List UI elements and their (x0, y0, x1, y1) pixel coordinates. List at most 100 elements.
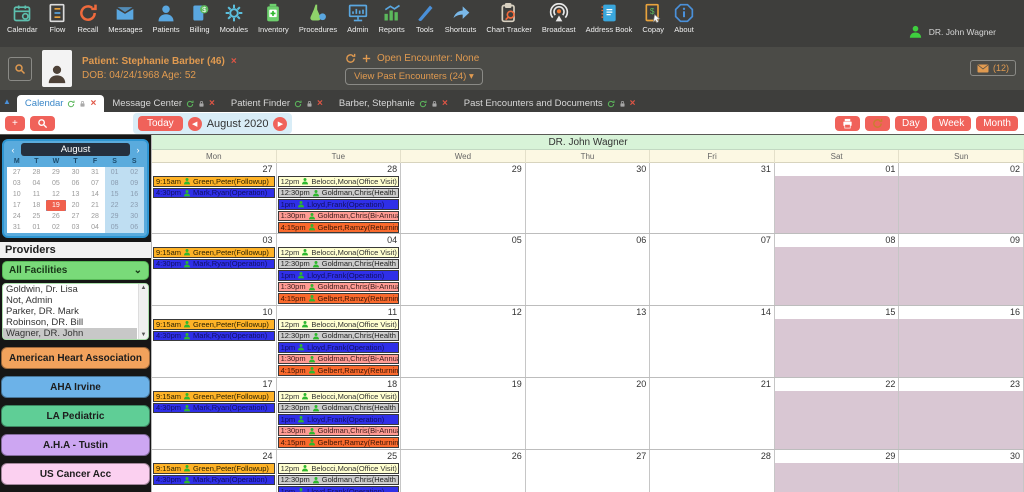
facility-button-la-pediatric[interactable]: LA Pediatric (1, 405, 150, 427)
mini-calendar-day[interactable]: 03 (66, 222, 86, 233)
mini-calendar-day[interactable]: 06 (124, 222, 144, 233)
calendar-day-cell[interactable]: 09 (899, 234, 1024, 305)
mini-calendar-day[interactable]: 04 (85, 222, 105, 233)
toolbar-item-chart-tracker[interactable]: Chart Tracker (481, 3, 536, 34)
toolbar-item-copay[interactable]: $Copay (637, 3, 669, 34)
tab-barber-stephanie[interactable]: Barber, Stephanie× (331, 95, 456, 112)
facility-button-us-cancer-acc[interactable]: US Cancer Acc (1, 463, 150, 485)
calendar-day-cell[interactable]: 23 (899, 378, 1024, 449)
calendar-day-cell[interactable]: 0412pmBelocci,Mona(Office Visit)12:30pmG… (277, 234, 402, 305)
mini-calendar-day[interactable]: 27 (66, 211, 86, 222)
toolbar-item-procedures[interactable]: Procedures (294, 3, 342, 34)
facility-button-a-h-a-tustin[interactable]: A.H.A - Tustin (1, 434, 150, 456)
mini-calendar-day[interactable]: 27 (7, 167, 27, 178)
calendar-day-cell[interactable]: 19 (401, 378, 526, 449)
day-view-button[interactable]: Day (895, 116, 927, 131)
mini-cal-next-icon[interactable]: › (132, 145, 144, 155)
calendar-event[interactable]: 4:30pmMark,Ryan(Operation) (153, 403, 275, 414)
mini-calendar-day[interactable]: 13 (66, 189, 86, 200)
mini-calendar-day[interactable]: 04 (27, 178, 47, 189)
month-view-button[interactable]: Month (976, 116, 1018, 131)
calendar-day-cell[interactable]: 13 (526, 306, 651, 377)
calendar-day-cell[interactable]: 20 (526, 378, 651, 449)
calendar-day-cell[interactable]: 22 (775, 378, 900, 449)
calendar-event[interactable]: 4:15pmGelbert,Ramzy(Returning Patient) (278, 365, 400, 376)
mini-calendar-day[interactable]: 08 (105, 178, 125, 189)
mini-calendar-day[interactable]: 05 (46, 178, 66, 189)
calendar-day-cell[interactable]: 26 (401, 450, 526, 492)
calendar-day-cell[interactable]: 30 (899, 450, 1024, 492)
calendar-event[interactable]: 9:15amGreen,Peter(Followup) (153, 176, 275, 187)
mini-calendar-day[interactable]: 22 (105, 200, 125, 211)
toolbar-item-address-book[interactable]: Address Book (581, 3, 638, 34)
calendar-day-cell[interactable]: 2812pmBelocci,Mona(Office Visit)12:30pmG… (277, 163, 402, 233)
mini-calendar-day[interactable]: 17 (7, 200, 27, 211)
calendar-event[interactable]: 1pmLloyd,Frank(Operation) (278, 270, 400, 281)
tab-scroll-icon[interactable]: ▲ (3, 97, 11, 106)
toolbar-item-flow[interactable]: Flow (42, 3, 72, 34)
calendar-event[interactable]: 4:15pmGelbert,Ramzy(Returning Patient) (278, 437, 400, 448)
calendar-event[interactable]: 12pmBelocci,Mona(Office Visit) (278, 319, 400, 330)
mini-calendar-day[interactable]: 02 (124, 167, 144, 178)
calendar-day-cell[interactable]: 1112pmBelocci,Mona(Office Visit)12:30pmG… (277, 306, 402, 377)
mini-calendar-day[interactable]: 30 (124, 211, 144, 222)
scroll-up-icon[interactable]: ▲ (141, 285, 147, 291)
calendar-event[interactable]: 1pmLloyd,Frank(Operation) (278, 414, 400, 425)
toolbar-item-calendar[interactable]: Calendar (2, 3, 42, 34)
tab-message-center[interactable]: Message Center× (104, 95, 223, 112)
calendar-event[interactable]: 9:15amGreen,Peter(Followup) (153, 391, 275, 402)
mini-calendar-day[interactable]: 29 (105, 211, 125, 222)
calendar-event[interactable]: 9:15amGreen,Peter(Followup) (153, 463, 275, 474)
calendar-event[interactable]: 12:30pmGoldman,Chris(Health and Behavior… (278, 475, 400, 486)
mini-calendar-day[interactable]: 30 (66, 167, 86, 178)
calendar-day-cell[interactable]: 27 (526, 450, 651, 492)
calendar-day-cell[interactable]: 30 (526, 163, 651, 233)
calendar-day-cell[interactable]: 179:15amGreen,Peter(Followup)4:30pmMark,… (152, 378, 277, 449)
print-button[interactable] (835, 116, 860, 131)
view-past-encounters-button[interactable]: View Past Encounters (24) ▾ (345, 68, 483, 85)
mini-calendar-day[interactable]: 18 (27, 200, 47, 211)
clear-patient-icon[interactable]: × (231, 56, 237, 67)
toolbar-item-modules[interactable]: Modules (215, 3, 253, 34)
calendar-event[interactable]: 1:30pmGoldman,Chris(Bi-Annual Check) (278, 354, 400, 365)
toolbar-item-recall[interactable]: Recall (72, 3, 103, 34)
toolbar-item-about[interactable]: About (669, 3, 699, 34)
week-view-button[interactable]: Week (932, 116, 971, 131)
toolbar-item-billing[interactable]: $Billing (185, 3, 215, 34)
toolbar-item-broadcast[interactable]: Broadcast (537, 3, 581, 34)
calendar-event[interactable]: 1:30pmGoldman,Chris(Bi-Annual Check) (278, 211, 400, 222)
calendar-event[interactable]: 1pmLloyd,Frank(Operation) (278, 199, 400, 210)
provider-list-scrollbar[interactable]: ▲▼ (138, 284, 148, 339)
tab-past-encounters-and-documents[interactable]: Past Encounters and Documents× (456, 95, 644, 112)
mini-calendar-day[interactable]: 11 (27, 189, 47, 200)
calendar-day-cell[interactable]: 08 (775, 234, 900, 305)
mini-calendar-day[interactable]: 28 (85, 211, 105, 222)
provider-list-item[interactable]: Wagner, DR. John (3, 328, 137, 339)
mini-calendar-day[interactable]: 09 (124, 178, 144, 189)
calendar-event[interactable]: 12:30pmGoldman,Chris(Health and Behavior… (278, 403, 400, 414)
refresh-calendar-button[interactable] (865, 116, 890, 131)
facility-button-american-heart-association[interactable]: American Heart Association (1, 347, 150, 369)
tab-close-icon[interactable]: × (442, 100, 448, 108)
calendar-day-cell[interactable]: 07 (650, 234, 775, 305)
mini-calendar-day[interactable]: 02 (46, 222, 66, 233)
add-encounter-icon[interactable] (361, 53, 372, 64)
calendar-day-cell[interactable]: 29 (401, 163, 526, 233)
facility-button-aha-irvine[interactable]: AHA Irvine (1, 376, 150, 398)
mini-calendar-day[interactable]: 31 (85, 167, 105, 178)
calendar-day-cell[interactable]: 1812pmBelocci,Mona(Office Visit)12:30pmG… (277, 378, 402, 449)
calendar-day-cell[interactable]: 02 (899, 163, 1024, 233)
scroll-down-icon[interactable]: ▼ (141, 332, 147, 338)
calendar-event[interactable]: 4:15pmGelbert,Ramzy(Returning Patient) (278, 222, 400, 233)
mini-calendar-day[interactable]: 29 (46, 167, 66, 178)
calendar-event[interactable]: 1:30pmGoldman,Chris(Bi-Annual Check) (278, 282, 400, 293)
calendar-event[interactable]: 4:15pmGelbert,Ramzy(Returning Patient) (278, 293, 400, 304)
calendar-event[interactable]: 4:30pmMark,Ryan(Operation) (153, 475, 275, 486)
mini-calendar-day[interactable]: 23 (124, 200, 144, 211)
calendar-day-cell[interactable]: 28 (650, 450, 775, 492)
mini-calendar-day[interactable]: 21 (85, 200, 105, 211)
mini-calendar-day[interactable]: 28 (27, 167, 47, 178)
calendar-day-cell[interactable]: 29 (775, 450, 900, 492)
toolbar-item-inventory[interactable]: Inventory (253, 3, 294, 34)
calendar-event[interactable]: 4:45pmGeorge,Ryan(Annual Followup) (278, 377, 400, 378)
